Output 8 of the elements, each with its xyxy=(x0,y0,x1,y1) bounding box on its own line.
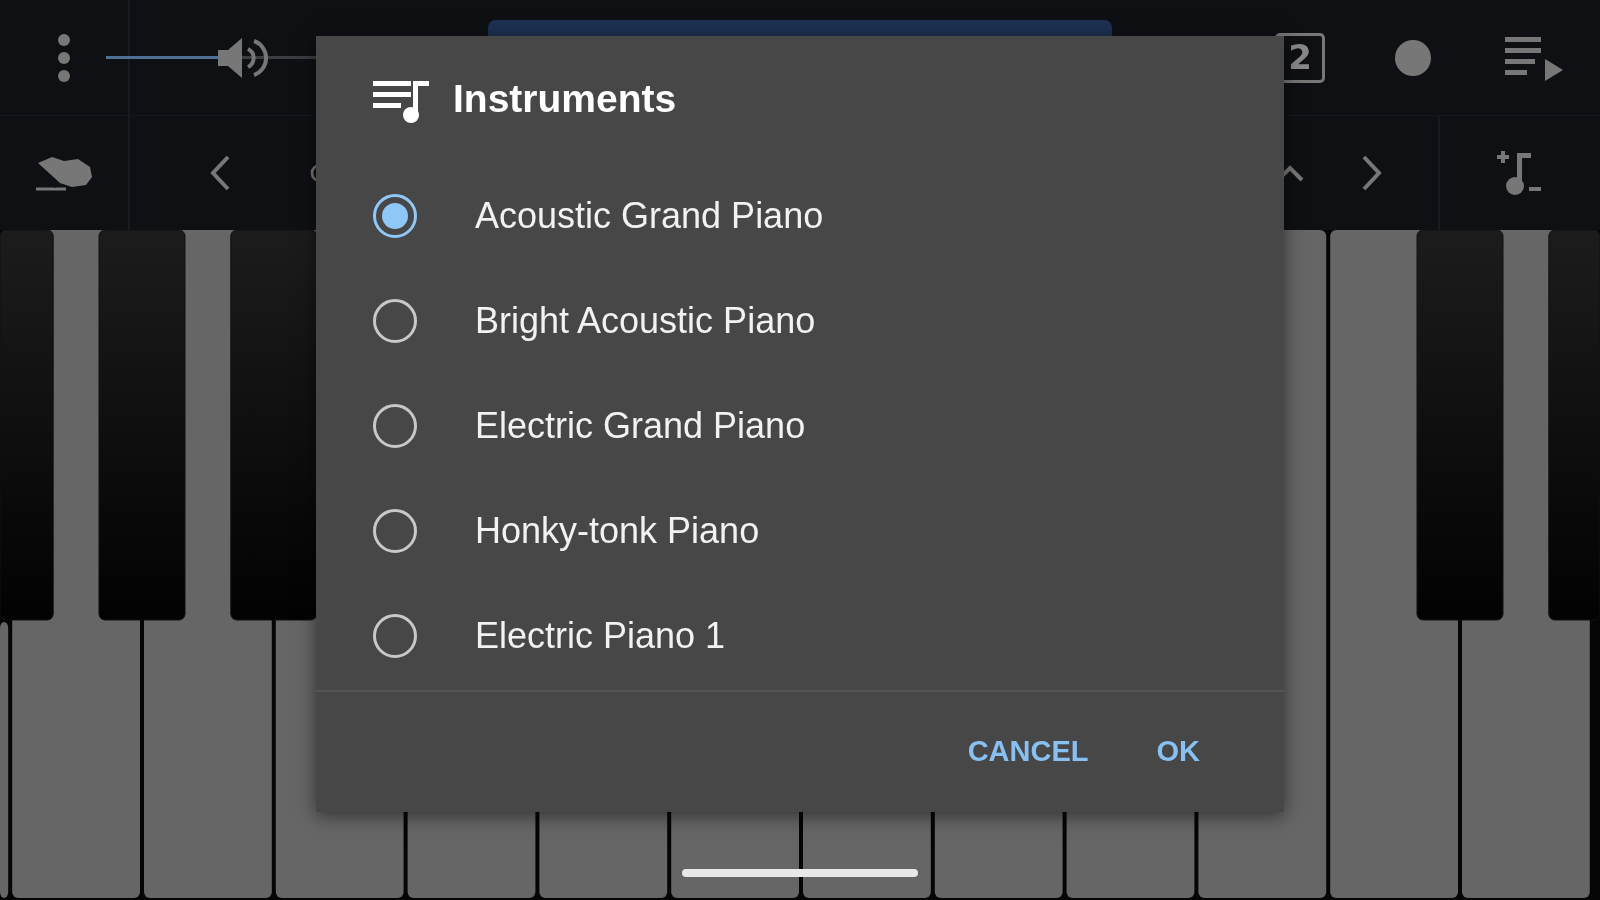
instrument-option-label[interactable]: Honky-tonk Piano xyxy=(475,503,760,558)
instrument-option-label[interactable]: Electric Piano 1 xyxy=(475,608,726,663)
instrument-option-label[interactable]: Bright Acoustic Piano xyxy=(475,293,816,348)
instrument-option-label[interactable]: Electric Grand Piano xyxy=(475,398,806,453)
dialog-title: Instruments xyxy=(453,76,677,123)
cancel-button[interactable]: CANCEL xyxy=(953,722,1103,782)
ok-button[interactable]: OK xyxy=(1142,722,1214,782)
instrument-option-label[interactable]: Acoustic Grand Piano xyxy=(475,188,824,243)
